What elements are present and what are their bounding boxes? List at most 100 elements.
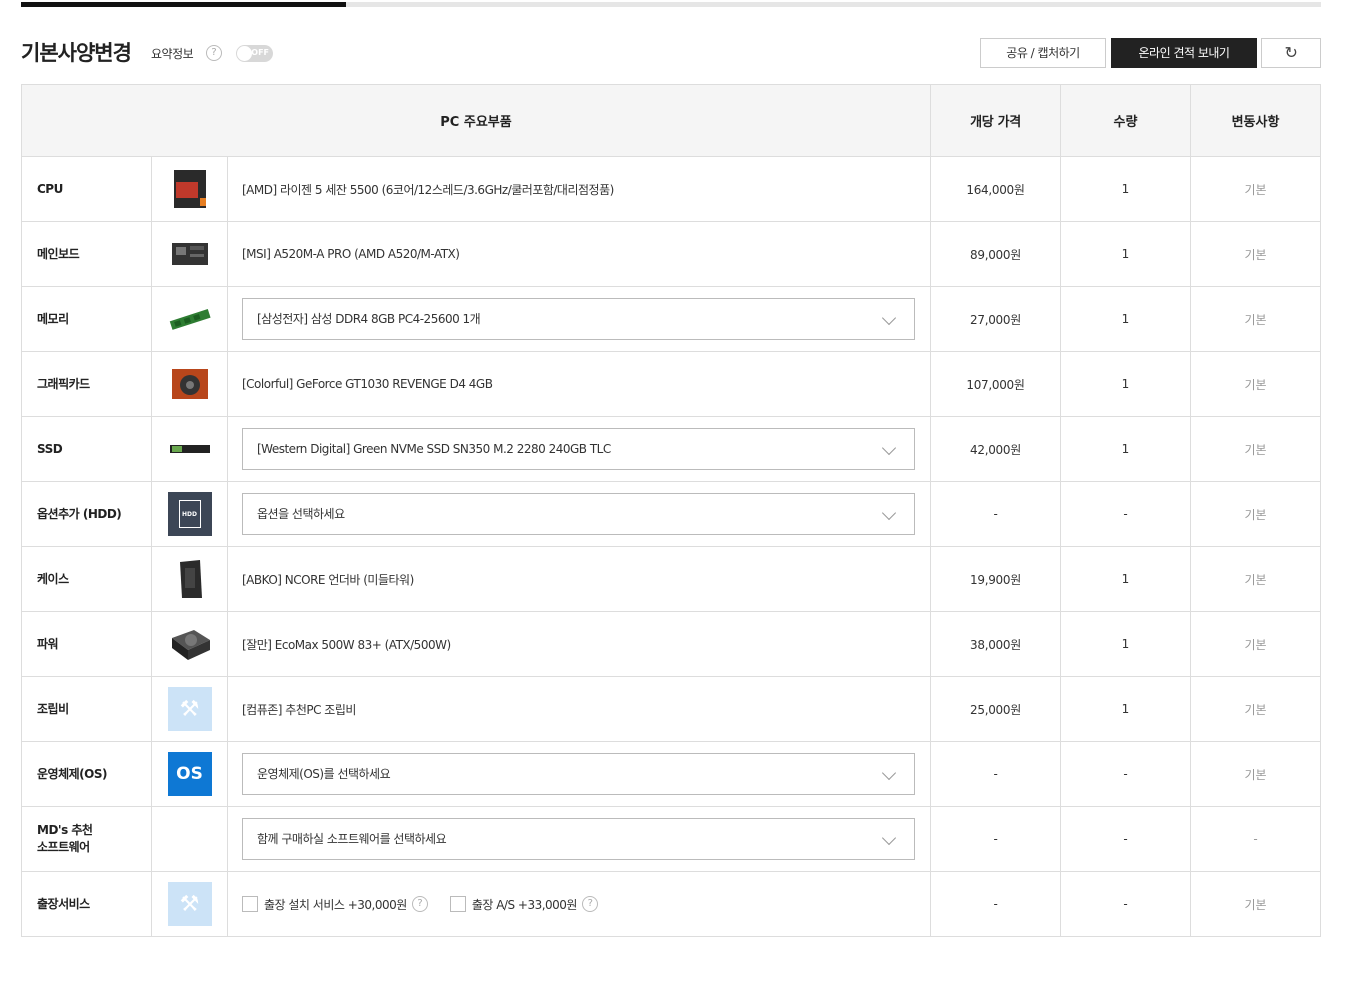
send-estimate-button[interactable]: 온라인 견적 보내기 (1111, 38, 1257, 68)
part-description-cell: 함께 구매하실 소프트웨어를 선택하세요 (228, 807, 931, 871)
part-description: [ABKO] NCORE 언더바 (미들타워) (242, 572, 414, 587)
change-status: 기본 (1191, 482, 1321, 546)
quantity: 1 (1061, 417, 1191, 481)
part-image-cell: OS (152, 742, 228, 806)
table-row: 옵션추가 (HDD) HDD 옵션을 선택하세요 - - 기본 (22, 482, 1321, 547)
part-description-cell: 운영체제(OS)를 선택하세요 (228, 742, 931, 806)
part-image-cell: ⚒ (152, 677, 228, 741)
progress-fill (21, 2, 346, 7)
part-name: 케이스 (22, 547, 152, 611)
help-icon[interactable]: ? (411, 896, 428, 912)
power-supply-icon (168, 622, 212, 666)
part-select-dropdown[interactable]: [삼성전자] 삼성 DDR4 8GB PC4-25600 1개 (242, 298, 915, 340)
summary-toggle[interactable]: OFF (236, 45, 273, 62)
toggle-state-label: OFF (251, 48, 269, 57)
unit-price: - (931, 742, 1061, 806)
change-status: 기본 (1191, 222, 1321, 286)
part-select-dropdown[interactable]: 함께 구매하실 소프트웨어를 선택하세요 (242, 818, 915, 860)
quantity: 1 (1061, 157, 1191, 221)
service-checkbox-group: 출장 설치 서비스 +30,000원? 출장 A/S +33,000원? (242, 896, 620, 913)
change-status: 기본 (1191, 157, 1321, 221)
mainboard-icon (168, 232, 212, 276)
part-select-dropdown[interactable]: 옵션을 선택하세요 (242, 493, 915, 535)
unit-price: 38,000원 (931, 612, 1061, 676)
change-status: 기본 (1191, 677, 1321, 741)
header-change: 변동사항 (1191, 85, 1321, 156)
checkbox-label: 출장 A/S +33,000원 (471, 897, 578, 912)
select-value: 옵션을 선택하세요 (257, 507, 345, 521)
share-capture-button[interactable]: 공유 / 캡처하기 (980, 38, 1106, 68)
change-status: 기본 (1191, 742, 1321, 806)
service-tools-icon: ⚒ (167, 882, 212, 926)
part-description-cell: [MSI] A520M-A PRO (AMD A520/M-ATX) (228, 222, 931, 286)
hdd-icon: HDD (167, 492, 212, 536)
service-checkbox-option[interactable]: 출장 설치 서비스 +30,000원? (242, 896, 428, 913)
part-description-cell: 출장 설치 서비스 +30,000원? 출장 A/S +33,000원? (228, 872, 931, 936)
table-row: SSD [Western Digital] Green NVMe SSD SN35… (22, 417, 1321, 482)
part-image-cell (152, 807, 228, 871)
part-image-cell (152, 157, 228, 221)
part-image-cell: ⚒ (152, 872, 228, 936)
table-row: 메모리 [삼성전자] 삼성 DDR4 8GB PC4-25600 1개 27,000… (22, 287, 1321, 352)
checkbox[interactable] (242, 896, 258, 912)
part-name: 메인보드 (22, 222, 152, 286)
quantity: - (1061, 807, 1191, 871)
select-value: [삼성전자] 삼성 DDR4 8GB PC4-25600 1개 (257, 312, 481, 326)
part-description-cell: 옵션을 선택하세요 (228, 482, 931, 546)
table-row: 조립비 ⚒ [컴퓨존] 추천PC 조립비 25,000원 1 기본 (22, 677, 1321, 742)
part-select-dropdown[interactable]: [Western Digital] Green NVMe SSD SN350 M… (242, 428, 915, 470)
change-status: 기본 (1191, 352, 1321, 416)
memory-stick-icon (168, 297, 212, 341)
unit-price: - (931, 872, 1061, 936)
part-name: 옵션추가 (HDD) (22, 482, 152, 546)
quantity: 1 (1061, 677, 1191, 741)
chevron-down-icon (881, 830, 897, 846)
chevron-down-icon (881, 310, 897, 326)
page-title: 기본사양변경 (21, 41, 132, 65)
part-name: 파워 (22, 612, 152, 676)
chevron-down-icon (881, 440, 897, 456)
help-icon[interactable]: ? (581, 896, 598, 912)
part-select-dropdown[interactable]: 운영체제(OS)를 선택하세요 (242, 753, 915, 795)
quantity: 1 (1061, 222, 1191, 286)
cpu-box-icon (168, 167, 212, 211)
part-description: [컴퓨존] 추천PC 조립비 (242, 702, 356, 717)
pc-case-icon (168, 557, 212, 601)
part-name: 운영체제(OS) (22, 742, 152, 806)
part-image-cell (152, 352, 228, 416)
part-description-cell: [컴퓨존] 추천PC 조립비 (228, 677, 931, 741)
part-description: [잘만] EcoMax 500W 83+ (ATX/500W) (242, 637, 451, 652)
unit-price: 42,000원 (931, 417, 1061, 481)
part-image-cell (152, 222, 228, 286)
part-image-cell (152, 612, 228, 676)
unit-price: 25,000원 (931, 677, 1061, 741)
checkbox-label: 출장 설치 서비스 +30,000원 (264, 897, 407, 912)
ssd-icon (168, 427, 212, 471)
help-icon[interactable]: ? (206, 45, 222, 61)
part-image-cell: HDD (152, 482, 228, 546)
refresh-button[interactable]: ↻ (1261, 38, 1321, 68)
select-value: [Western Digital] Green NVMe SSD SN350 M… (257, 442, 611, 456)
part-name: SSD (22, 417, 152, 481)
unit-price: - (931, 807, 1061, 871)
checkbox[interactable] (449, 896, 466, 912)
quantity: - (1061, 872, 1191, 936)
part-description: [AMD] 라이젠 5 세잔 5500 (6코어/12스레드/3.6GHz/쿨러… (242, 182, 614, 197)
part-image-cell (152, 287, 228, 351)
change-status: 기본 (1191, 612, 1321, 676)
part-name-line1: MD's 추천 (37, 823, 93, 837)
change-status: 기본 (1191, 287, 1321, 351)
service-checkbox-option[interactable]: 출장 A/S +33,000원? (449, 896, 598, 913)
part-name: 출장서비스 (22, 872, 152, 936)
table-row: CPU [AMD] 라이젠 5 세잔 5500 (6코어/12스레드/3.6GHz… (22, 157, 1321, 222)
unit-price: 89,000원 (931, 222, 1061, 286)
refresh-icon: ↻ (1284, 43, 1298, 62)
unit-price: - (931, 482, 1061, 546)
windows-logo-icon (176, 825, 204, 853)
unit-price: 164,000원 (931, 157, 1061, 221)
page-header: 기본사양변경 요약정보 ? OFF 공유 / 캡처하기 온라인 견적 보내기 ↻ (21, 38, 1321, 68)
quantity: 1 (1061, 547, 1191, 611)
quantity: 1 (1061, 612, 1191, 676)
chevron-down-icon (881, 505, 897, 521)
table-row: 파워 [잘만] EcoMax 500W 83+ (ATX/500W) 38,000원… (22, 612, 1321, 677)
